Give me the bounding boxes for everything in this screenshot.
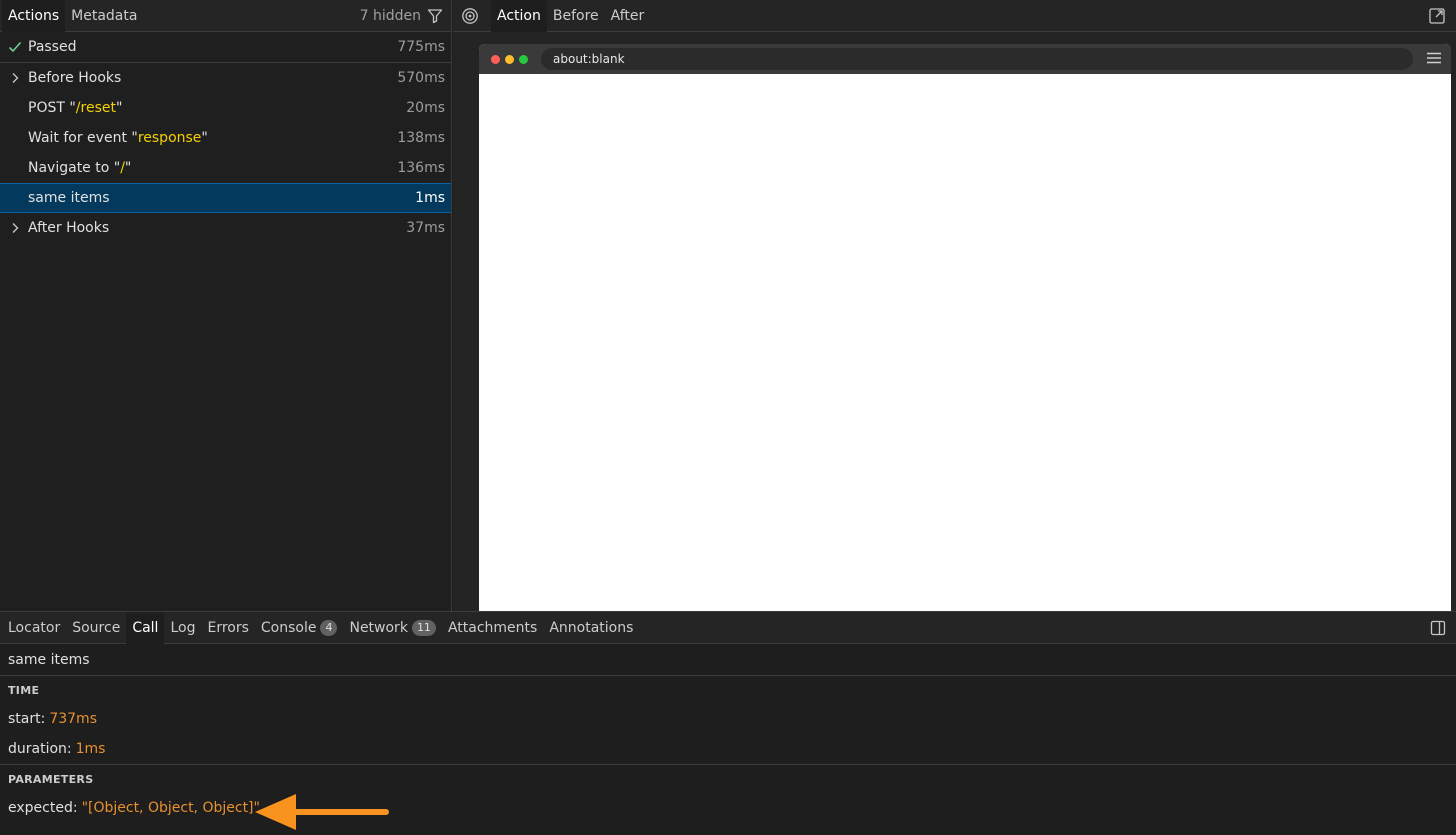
filter-icon[interactable] (427, 8, 443, 24)
action-title: same items (28, 190, 110, 206)
chevron-right-icon[interactable] (8, 221, 22, 235)
tab-locator[interactable]: Locator (2, 612, 66, 644)
action-title: POST "/reset" (28, 100, 123, 116)
test-status-row: Passed 775ms (0, 32, 451, 63)
parameters-section-header: PARAMETERS (8, 773, 94, 786)
tab-errors[interactable]: Errors (201, 612, 254, 644)
network-count-badge: 11 (411, 619, 436, 636)
browser-snapshot: about:blank (479, 44, 1451, 611)
details-panel: Locator Source Call Log Errors Console 4 … (0, 611, 1456, 835)
status-label: Passed (28, 39, 77, 55)
time-section-header: TIME (8, 684, 40, 697)
start-property: start: 737ms (8, 711, 97, 727)
tab-action[interactable]: Action (491, 0, 547, 32)
tab-attachments[interactable]: Attachments (442, 612, 543, 644)
tab-console[interactable]: Console 4 (255, 612, 344, 644)
expected-property: expected: "[Object, Object, Object]" (8, 800, 260, 816)
start-value: 737ms (49, 711, 97, 727)
expected-value: "[Object, Object, Object]" (81, 800, 260, 816)
url-text: about:blank (553, 52, 625, 66)
snapshot-tabbar: Action Before After (453, 0, 1456, 32)
status-duration: 775ms (397, 39, 445, 55)
tab-before[interactable]: Before (547, 0, 605, 32)
tab-network[interactable]: Network 11 (343, 612, 441, 644)
popout-icon[interactable] (1428, 7, 1446, 25)
action-row-after-hooks[interactable]: After Hooks 37ms (0, 213, 451, 243)
hidden-count-label: 7 hidden (359, 8, 421, 24)
sidebar-toggle-icon[interactable] (1430, 620, 1446, 636)
window-minimize-dot (505, 54, 514, 64)
actions-panel: Actions Metadata 7 hidden Passed 775ms B… (0, 0, 452, 611)
url-bar: about:blank (541, 48, 1413, 70)
action-duration: 37ms (406, 220, 445, 236)
arrow-left-icon (255, 794, 389, 830)
action-row-post-reset[interactable]: POST "/reset" 20ms (0, 93, 451, 123)
action-duration: 138ms (397, 130, 445, 146)
action-title: After Hooks (28, 220, 110, 236)
snapshot-panel: Action Before After about:blank (453, 0, 1456, 611)
duration-value: 1ms (75, 741, 106, 757)
window-maximize-dot (519, 54, 528, 64)
action-title: Wait for event "response" (28, 130, 208, 146)
browser-chrome-bar: about:blank (479, 44, 1451, 74)
action-title: Navigate to "/" (28, 160, 132, 176)
action-title: Before Hooks (28, 70, 122, 86)
left-tabbar: Actions Metadata 7 hidden (0, 0, 451, 32)
snapshot-viewport (479, 74, 1451, 611)
console-count-badge: 4 (320, 619, 338, 636)
tab-after[interactable]: After (605, 0, 651, 32)
tab-source[interactable]: Source (66, 612, 126, 644)
hidden-filter[interactable]: 7 hidden (360, 0, 443, 32)
tab-call[interactable]: Call (126, 611, 165, 644)
action-duration: 136ms (397, 160, 445, 176)
action-row-wait-for-event[interactable]: Wait for event "response" 138ms (0, 123, 451, 153)
call-title: same items (0, 644, 1456, 676)
chevron-right-icon[interactable] (8, 71, 22, 85)
action-row-same-items[interactable]: same items 1ms (0, 183, 451, 213)
target-icon[interactable] (459, 5, 481, 27)
action-duration: 20ms (406, 100, 445, 116)
hamburger-menu-icon[interactable] (1427, 52, 1441, 64)
check-icon (8, 40, 22, 54)
action-duration: 1ms (415, 190, 445, 206)
action-row-navigate[interactable]: Navigate to "/" 136ms (0, 153, 451, 183)
details-tabbar: Locator Source Call Log Errors Console 4 … (0, 611, 1456, 644)
tab-actions[interactable]: Actions (2, 0, 66, 32)
action-row-before-hooks[interactable]: Before Hooks 570ms (0, 63, 451, 93)
window-close-dot (491, 54, 500, 64)
tab-metadata[interactable]: Metadata (65, 0, 143, 32)
action-duration: 570ms (397, 70, 445, 86)
tab-annotations[interactable]: Annotations (543, 612, 639, 644)
duration-property: duration: 1ms (8, 741, 106, 757)
tab-log[interactable]: Log (164, 612, 201, 644)
